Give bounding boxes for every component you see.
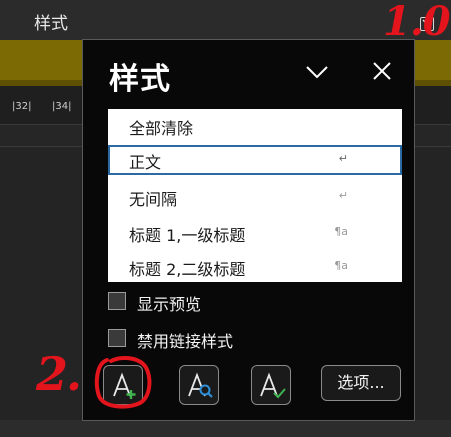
linked-style-icon: ¶a (334, 225, 348, 238)
ruler-tick: |34| (52, 101, 72, 112)
paragraph-mark-icon: ↵ (338, 189, 348, 202)
new-style-icon (113, 372, 136, 399)
style-inspector-button[interactable] (179, 365, 219, 405)
checkbox-label: 禁用链接样式 (137, 332, 234, 351)
style-item-label: 全部清除 (129, 119, 194, 138)
checkbox-box[interactable] (108, 329, 126, 347)
options-button[interactable]: 选项... (321, 365, 401, 401)
close-icon[interactable] (371, 60, 393, 82)
style-item-heading-2[interactable]: 标题 2,二级标题 ¶a (108, 252, 402, 282)
pane-title: 样式 (109, 62, 171, 97)
new-style-button[interactable] (103, 365, 143, 405)
chevron-down-icon[interactable] (305, 62, 329, 82)
paragraph-mark-icon: ↵ (338, 152, 348, 165)
annotation-step-2: 2. (36, 347, 82, 401)
checkbox-box[interactable] (108, 292, 126, 310)
checkbox-label: 显示预览 (137, 295, 202, 314)
styles-pane: 样式 全部清除 正文 ↵ 无间隔 ↵ 标题 1,一级标题 ¶a 标题 2,二级标… (82, 39, 415, 421)
manage-styles-button[interactable] (251, 365, 291, 405)
style-item-clear-all[interactable]: 全部清除 (108, 111, 402, 141)
style-item-label: 标题 2,二级标题 (129, 260, 246, 279)
style-item-normal[interactable]: 正文 ↵ (108, 145, 402, 175)
style-item-label: 无间隔 (129, 190, 178, 209)
style-item-label: 正文 (129, 153, 162, 172)
document-bottom-band (0, 420, 451, 437)
ruler-tick: |32| (12, 101, 32, 112)
style-item-label: 标题 1,一级标题 (129, 226, 246, 245)
annotation-step-1: 1.0 (383, 0, 451, 45)
style-item-no-spacing[interactable]: 无间隔 ↵ (108, 182, 402, 212)
ribbon-group-title: 样式 (34, 14, 68, 34)
style-inspector-icon (188, 372, 213, 398)
manage-styles-icon (260, 372, 286, 399)
style-item-heading-1[interactable]: 标题 1,一级标题 ¶a (108, 218, 402, 248)
linked-style-icon: ¶a (334, 259, 348, 272)
style-list: 全部清除 正文 ↵ 无间隔 ↵ 标题 1,一级标题 ¶a 标题 2,二级标题 ¶… (108, 109, 402, 282)
